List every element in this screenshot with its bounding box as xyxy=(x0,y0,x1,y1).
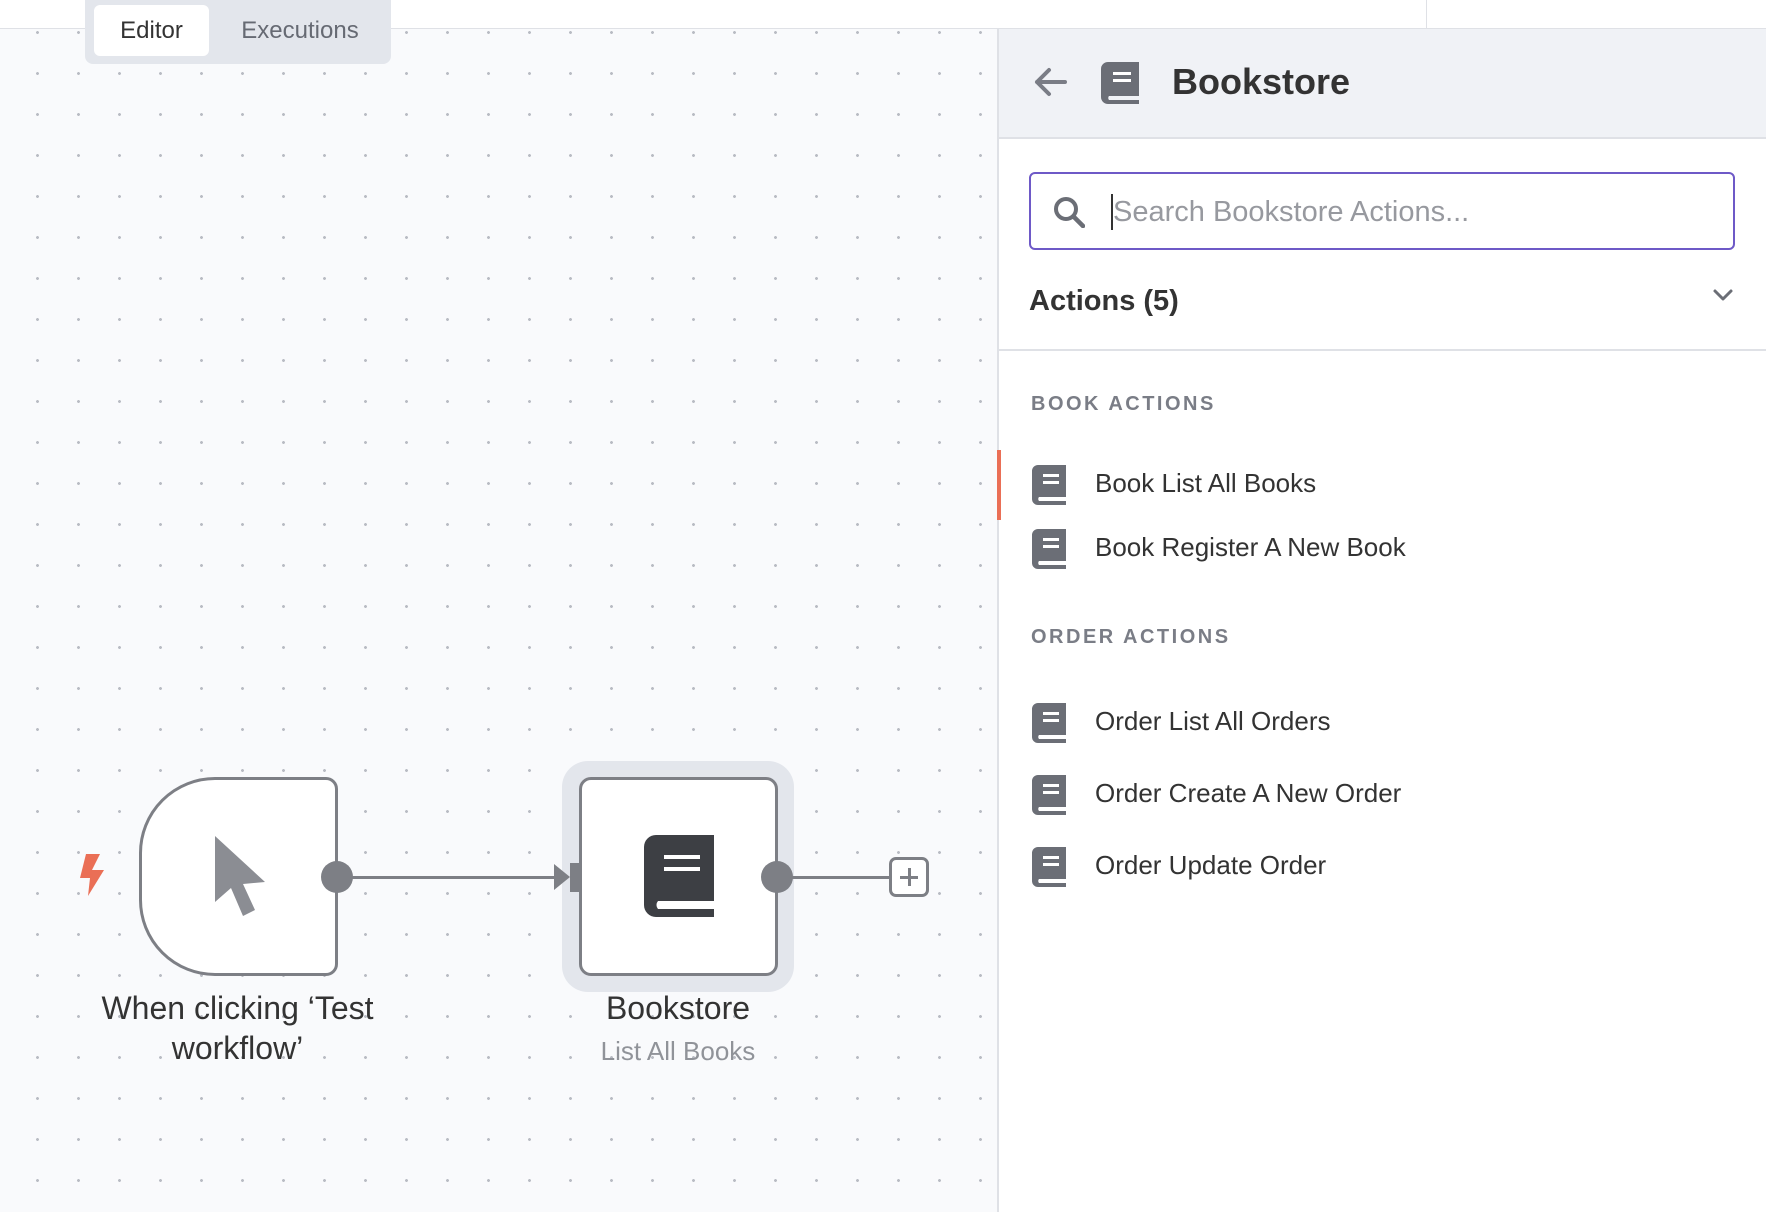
book-icon xyxy=(1101,62,1139,104)
top-bar-divider xyxy=(1426,0,1427,28)
tab-executions[interactable]: Executions xyxy=(217,5,383,56)
connection-edge[interactable] xyxy=(350,876,558,879)
trigger-node[interactable] xyxy=(139,777,338,976)
panel-title: Bookstore xyxy=(1172,61,1351,102)
search-input[interactable] xyxy=(1111,188,1715,236)
search-icon xyxy=(1054,197,1085,228)
book-icon xyxy=(1032,465,1066,505)
book-icon xyxy=(1032,775,1066,815)
add-node-edge xyxy=(790,876,890,879)
node-creator-panel: Bookstore Actions (5) BOOK ACTIONS Book … xyxy=(997,29,1766,1212)
bookstore-output-handle[interactable] xyxy=(761,861,793,893)
actions-header[interactable]: Actions (5) xyxy=(999,269,1766,351)
edge-arrowhead xyxy=(554,864,570,890)
trigger-node-title: When clicking ‘Test workflow’ xyxy=(101,990,374,1066)
actions-header-label: Actions (5) xyxy=(1029,285,1179,317)
action-item-order-create-a-new-order[interactable]: Order Create A New Order xyxy=(999,760,1766,830)
panel-header: Bookstore xyxy=(999,29,1766,139)
section-label-order-actions: ORDER ACTIONS xyxy=(1031,626,1231,648)
back-arrow-icon[interactable] xyxy=(1033,64,1069,100)
action-item-book-register-a-new-book[interactable]: Book Register A New Book xyxy=(999,514,1766,584)
bookstore-node-title: Bookstore xyxy=(605,990,751,1026)
action-item-order-list-all-orders[interactable]: Order List All Orders xyxy=(999,688,1766,758)
add-node-button[interactable] xyxy=(889,857,929,897)
bookstore-node[interactable] xyxy=(579,777,778,976)
action-item-book-list-all-books[interactable]: Book List All Books xyxy=(997,450,1766,520)
book-icon xyxy=(644,835,714,917)
search-box xyxy=(1029,172,1735,250)
action-item-label: Book Register A New Book xyxy=(1095,532,1406,562)
bookstore-node-subtitle: List All Books xyxy=(600,1036,756,1066)
view-tabs: Editor Executions xyxy=(85,0,391,64)
trigger-bolt-icon xyxy=(80,854,104,896)
action-item-label: Order Update Order xyxy=(1095,850,1327,880)
chevron-down-icon[interactable] xyxy=(1711,283,1735,307)
tab-editor[interactable]: Editor xyxy=(94,5,209,56)
action-item-label: Book List All Books xyxy=(1095,468,1317,498)
book-icon xyxy=(1032,703,1066,743)
cursor-icon xyxy=(215,836,265,916)
book-icon xyxy=(1032,847,1066,887)
action-item-label: Order Create A New Order xyxy=(1095,778,1402,808)
action-item-label: Order List All Orders xyxy=(1095,706,1331,736)
section-label-book-actions: BOOK ACTIONS xyxy=(1031,393,1216,415)
action-item-order-update-order[interactable]: Order Update Order xyxy=(999,832,1766,902)
trigger-output-handle[interactable] xyxy=(321,861,353,893)
book-icon xyxy=(1032,529,1066,569)
